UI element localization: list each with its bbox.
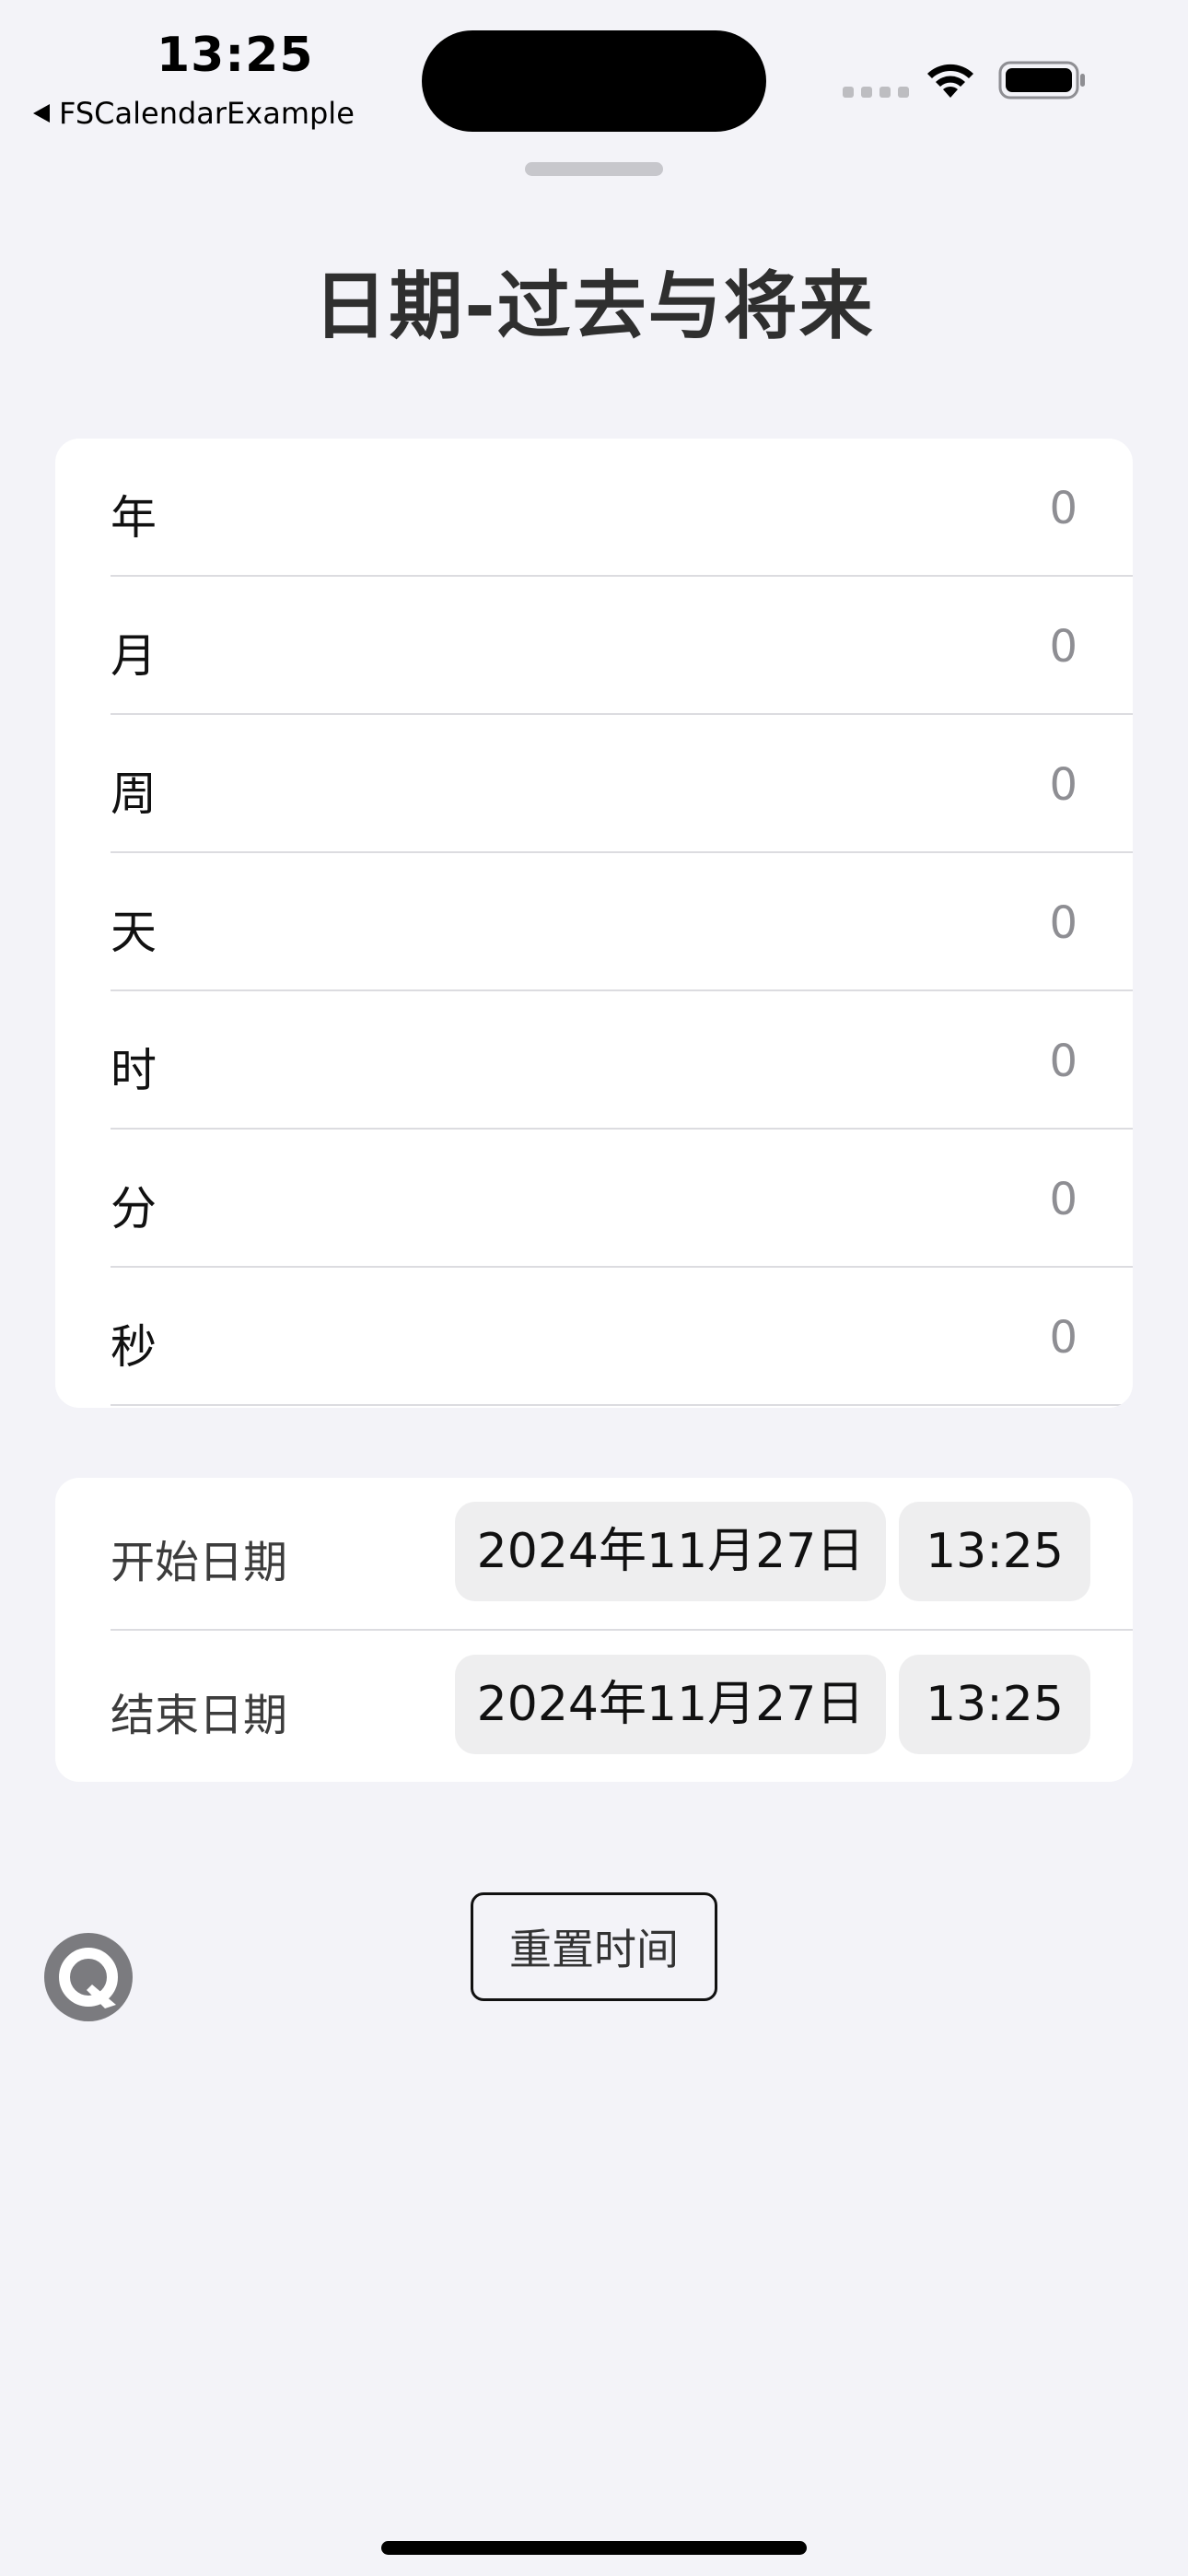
unit-value: 0 [1049,897,1077,949]
unit-value: 0 [1049,1312,1077,1364]
sheet-grabber[interactable] [525,162,663,176]
dynamic-island [422,30,766,132]
unit-label: 年 [111,491,157,544]
start-date-picker[interactable]: 2024年11月27日 [455,1502,886,1601]
unit-label: 分 [111,1182,157,1235]
unit-value: 0 [1049,1036,1077,1087]
assistive-touch-icon [59,1948,118,2008]
end-date-label: 结束日期 [111,1690,288,1741]
back-app-label: FSCalendarExample [59,96,355,131]
home-indicator[interactable] [381,2541,807,2555]
unit-row-day[interactable]: 天 0 [55,853,1133,991]
unit-row-minute[interactable]: 分 0 [55,1130,1133,1268]
wifi-icon [927,64,973,98]
start-date-row: 开始日期 2024年11月27日 13:25 [55,1478,1133,1631]
cellular-signal-icon [843,87,909,98]
unit-row-hour[interactable]: 时 0 [55,991,1133,1130]
assistive-touch-button[interactable] [44,1933,133,2021]
unit-label: 周 [111,767,157,821]
unit-row-month[interactable]: 月 0 [55,577,1133,715]
unit-value: 0 [1049,759,1077,811]
end-time-picker[interactable]: 13:25 [899,1655,1090,1754]
date-range-card: 开始日期 2024年11月27日 13:25 结束日期 2024年11月27日 … [55,1478,1133,1782]
unit-row-second[interactable]: 秒 0 [55,1268,1133,1406]
page-title: 日期-过去与将来 [313,263,875,349]
unit-label: 秒 [111,1320,157,1374]
start-date-label: 开始日期 [111,1537,288,1588]
unit-value: 0 [1049,483,1077,534]
back-arrow-icon [33,104,50,123]
unit-row-week[interactable]: 周 0 [55,715,1133,853]
end-date-row: 结束日期 2024年11月27日 13:25 [55,1631,1133,1782]
unit-label: 月 [111,629,157,683]
unit-label: 天 [111,906,157,959]
reset-time-button[interactable]: 重置时间 [471,1892,717,2001]
end-date-picker[interactable]: 2024年11月27日 [455,1655,886,1754]
start-time-picker[interactable]: 13:25 [899,1502,1090,1601]
unit-value: 0 [1049,1174,1077,1225]
battery-icon [998,61,1085,100]
units-list: 年 0 月 0 周 0 天 0 时 0 分 0 秒 0 [55,439,1133,1408]
row-divider [111,1404,1133,1406]
status-time: 13:25 [157,28,314,83]
screen: 13:25 FSCalendarExample 日期-过去与将来 年 0 月 0… [0,0,1188,2576]
unit-value: 0 [1049,621,1077,673]
back-to-app-button[interactable]: FSCalendarExample [33,96,355,131]
unit-label: 时 [111,1044,157,1097]
unit-row-year[interactable]: 年 0 [55,439,1133,577]
